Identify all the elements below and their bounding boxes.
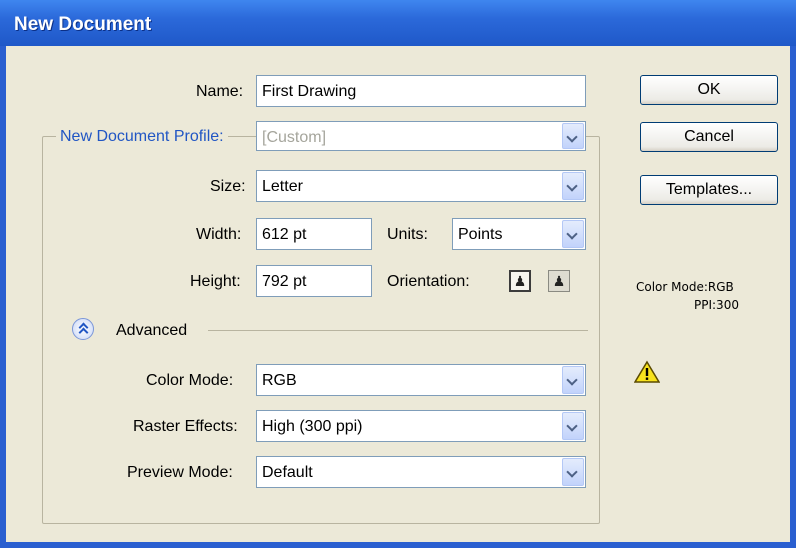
profile-select-value: [Custom] <box>262 129 327 146</box>
chevron-down-icon[interactable] <box>562 458 584 486</box>
ok-button[interactable]: OK <box>640 75 778 105</box>
collapse-advanced-icon[interactable] <box>72 318 94 340</box>
dialog-title: New Document <box>14 14 152 35</box>
new-document-dialog: New Document Name: First Drawing New Doc… <box>0 0 796 548</box>
preview-mode-select-value: Default <box>262 464 313 481</box>
color-mode-label: Color Mode: <box>146 372 234 389</box>
color-mode-info: Color Mode:RGB <box>636 280 734 294</box>
chevron-down-icon[interactable] <box>562 172 584 200</box>
preview-mode-label: Preview Mode: <box>127 464 233 481</box>
units-select[interactable]: Points <box>452 218 586 250</box>
width-label: Width: <box>196 226 242 243</box>
landscape-icon: ♟ <box>552 272 566 289</box>
orientation-label: Orientation: <box>387 273 470 290</box>
cancel-button[interactable]: Cancel <box>640 122 778 152</box>
color-mode-select-value: RGB <box>262 372 297 389</box>
units-label: Units: <box>387 226 428 243</box>
name-field[interactable]: First Drawing <box>256 75 586 107</box>
color-mode-select[interactable]: RGB <box>256 364 586 396</box>
templates-button[interactable]: Templates... <box>640 175 778 205</box>
preview-mode-select[interactable]: Default <box>256 456 586 488</box>
size-select[interactable]: Letter <box>256 170 586 202</box>
warning-icon <box>634 360 660 383</box>
height-label: Height: <box>190 273 241 290</box>
raster-effects-label: Raster Effects: <box>133 418 238 435</box>
ppi-info: PPI:300 <box>694 298 739 312</box>
chevron-down-icon[interactable] <box>562 366 584 394</box>
chevron-down-icon[interactable] <box>562 123 584 149</box>
width-field[interactable]: 612 pt <box>256 218 372 250</box>
chevron-down-icon[interactable] <box>562 412 584 440</box>
units-select-value: Points <box>458 226 503 243</box>
size-select-value: Letter <box>262 178 303 195</box>
profile-label: New Document Profile: <box>56 128 228 146</box>
chevron-down-icon[interactable] <box>562 220 584 248</box>
height-field[interactable]: 792 pt <box>256 265 372 297</box>
landscape-orientation-button[interactable]: ♟ <box>548 270 570 292</box>
profile-select[interactable]: [Custom] <box>256 121 586 151</box>
portrait-icon: ♟ <box>513 272 527 289</box>
portrait-orientation-button[interactable]: ♟ <box>509 270 531 292</box>
advanced-label: Advanced <box>116 322 188 339</box>
size-label: Size: <box>210 178 246 195</box>
name-label: Name: <box>196 83 244 100</box>
advanced-divider <box>208 330 588 331</box>
raster-effects-select[interactable]: High (300 ppi) <box>256 410 586 442</box>
raster-effects-select-value: High (300 ppi) <box>262 418 363 435</box>
title-bar[interactable]: New Document <box>0 0 796 46</box>
